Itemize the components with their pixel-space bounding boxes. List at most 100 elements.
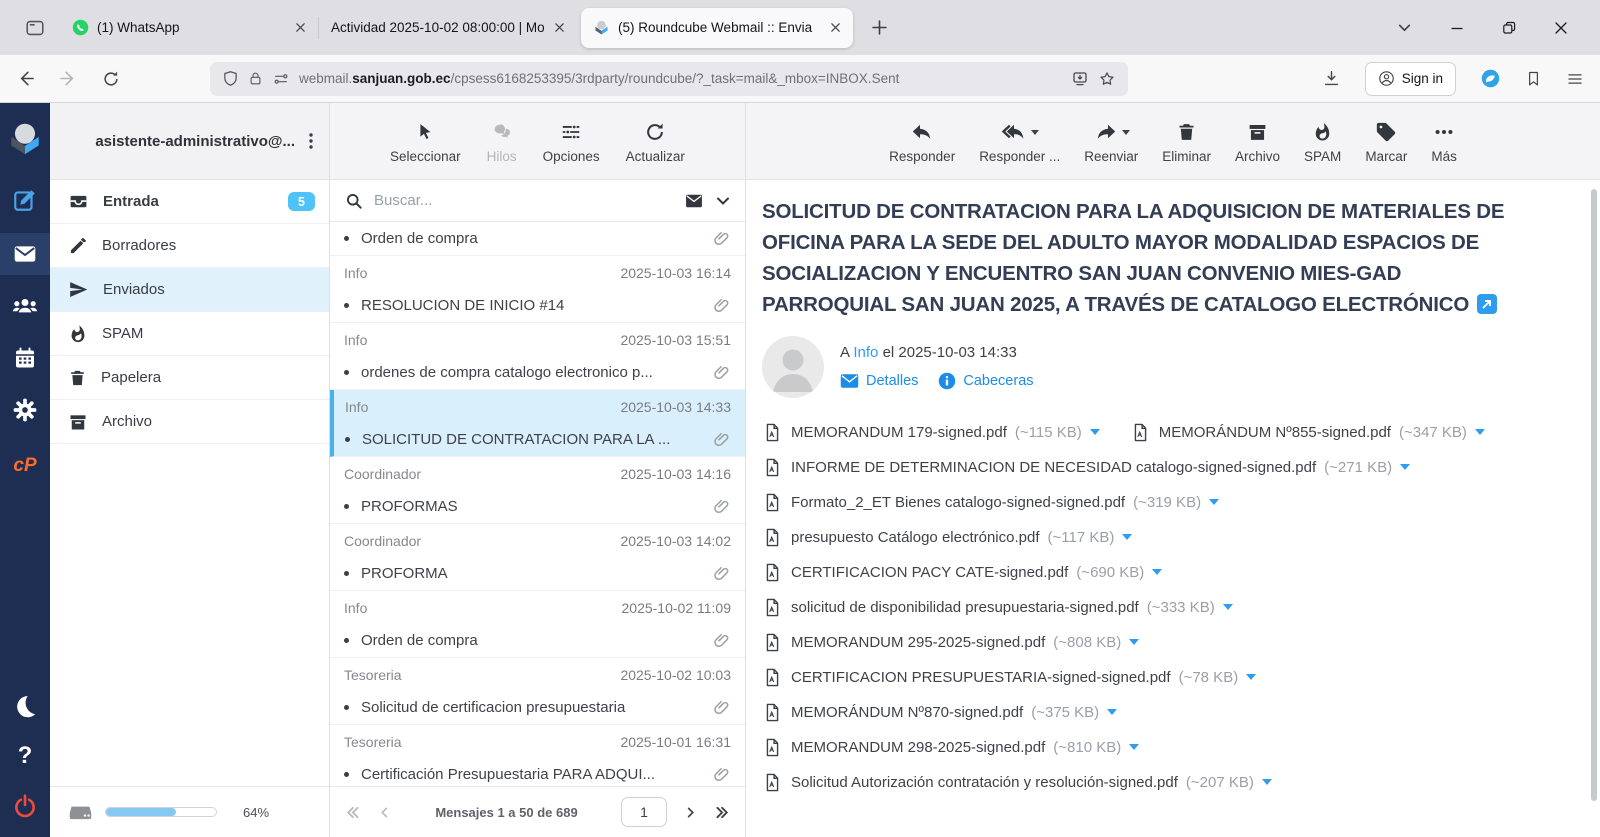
help-button[interactable]: ? <box>0 735 50 777</box>
extension-icon[interactable] <box>1480 68 1501 89</box>
tab-close-icon[interactable] <box>830 22 841 33</box>
page-input[interactable] <box>621 797 667 827</box>
tab-roundcube-active[interactable]: (5) Roundcube Webmail :: Envia <box>581 8 853 48</box>
forward-button[interactable]: Reenviar <box>1084 119 1138 164</box>
attachment-menu-caret[interactable] <box>1107 709 1117 720</box>
external-link-icon[interactable] <box>1477 292 1497 312</box>
menu-icon[interactable] <box>1566 70 1584 88</box>
rail-settings-button[interactable] <box>0 389 50 431</box>
rail-mail-button[interactable] <box>0 233 50 275</box>
attachment-menu-caret[interactable] <box>1475 429 1485 440</box>
message-list-item[interactable]: Info2025-10-02 11:09 Orden de compra <box>330 591 745 658</box>
attachment[interactable]: MEMORANDUM 295-2025-signed.pdf(~808 KB) <box>762 632 1139 653</box>
attachment[interactable]: presupuesto Catálogo electrónico.pdf(~11… <box>762 527 1132 548</box>
message-list-item[interactable]: Orden de compra <box>330 222 745 256</box>
details-link[interactable]: Detalles <box>840 373 918 389</box>
search-options-chevron-icon[interactable] <box>715 193 731 209</box>
message-list-item[interactable]: Coordinador2025-10-03 14:16 PROFORMAS <box>330 457 745 524</box>
logout-button[interactable] <box>0 785 50 827</box>
reading-pane-scrollbar[interactable] <box>1591 189 1597 801</box>
prev-page-icon[interactable] <box>377 805 392 820</box>
attachment[interactable]: solicitud de disponibilidad presupuestar… <box>762 597 1233 618</box>
list-all-tabs-icon[interactable] <box>1397 20 1412 35</box>
attachment-menu-caret[interactable] <box>1400 464 1410 475</box>
reload-icon[interactable] <box>102 70 120 88</box>
account-menu-icon[interactable] <box>303 132 319 150</box>
attachment-menu-caret[interactable] <box>1246 674 1256 685</box>
attachment-menu-caret[interactable] <box>1152 569 1162 580</box>
mark-button[interactable]: Marcar <box>1365 119 1407 164</box>
recipient-link[interactable]: Info <box>853 344 878 361</box>
tab-actividad[interactable]: Actividad 2025-10-02 08:00:00 | Mo <box>319 8 577 48</box>
message-list-item[interactable]: Tesoreria2025-10-02 10:03 Solicitud de c… <box>330 658 745 725</box>
search-scope-mail-icon[interactable] <box>683 191 705 211</box>
reply-button[interactable]: Responder <box>889 119 955 164</box>
bookmark-flag-icon[interactable] <box>1525 69 1542 88</box>
permissions-icon[interactable] <box>272 71 290 87</box>
close-window-icon[interactable] <box>1554 21 1568 35</box>
options-button[interactable]: Opciones <box>543 119 600 164</box>
more-button[interactable]: Más <box>1431 119 1457 164</box>
attachment[interactable]: MEMORANDUM 298-2025-signed.pdf(~810 KB) <box>762 737 1139 758</box>
archive-button[interactable]: Archivo <box>1235 119 1280 164</box>
delete-button[interactable]: Eliminar <box>1162 119 1211 164</box>
folder-spam[interactable]: SPAM <box>50 312 329 356</box>
spam-button[interactable]: SPAM <box>1304 119 1341 164</box>
folder-sent[interactable]: Enviados <box>50 268 329 312</box>
attachment-menu-caret[interactable] <box>1129 639 1139 650</box>
url-bar[interactable]: webmail.sanjuan.gob.ec/cpsess6168253395/… <box>210 62 1128 96</box>
bookmark-star-icon[interactable] <box>1098 70 1116 88</box>
reply-all-menu-caret[interactable] <box>1031 130 1039 139</box>
attachment[interactable]: Formato_2_ET Bienes catalogo-signed-sign… <box>762 492 1219 513</box>
message-list-item[interactable]: Tesoreria2025-10-01 16:31 Certificación … <box>330 725 745 786</box>
rail-calendar-button[interactable] <box>0 337 50 379</box>
tab-whatsapp[interactable]: (1) WhatsApp <box>60 8 318 48</box>
message-list-item-selected[interactable]: Info2025-10-03 14:33 SOLICITUD DE CONTRA… <box>330 390 745 457</box>
compose-button[interactable] <box>0 179 50 221</box>
minimize-icon[interactable] <box>1450 21 1464 35</box>
attachment[interactable]: Solicitud Autorización contratación y re… <box>762 772 1272 793</box>
tab-close-icon[interactable] <box>554 22 565 33</box>
message-list-item[interactable]: Info2025-10-03 16:14 RESOLUCION DE INICI… <box>330 256 745 323</box>
attachment[interactable]: CERTIFICACION PRESUPUESTARIA-signed-sign… <box>762 667 1256 688</box>
rail-contacts-button[interactable] <box>0 285 50 327</box>
last-page-icon[interactable] <box>714 804 731 821</box>
search-input[interactable] <box>374 192 673 209</box>
threads-button[interactable]: Hilos <box>487 119 517 164</box>
attachment[interactable]: CERTIFICACION PACY CATE-signed.pdf(~690 … <box>762 562 1162 583</box>
back-icon[interactable] <box>16 69 35 88</box>
webmail-logo[interactable] <box>0 113 50 165</box>
attachment[interactable]: MEMORÁNDUM Nº870-signed.pdf(~375 KB) <box>762 702 1117 723</box>
downloads-icon[interactable] <box>1322 69 1341 88</box>
save-page-icon[interactable] <box>1071 70 1089 88</box>
attachment[interactable]: MEMORANDUM 179-signed.pdf(~115 KB) <box>762 422 1100 443</box>
select-button[interactable]: Seleccionar <box>390 119 461 164</box>
firefox-view-icon[interactable] <box>18 11 52 45</box>
next-page-icon[interactable] <box>683 805 698 820</box>
dark-mode-button[interactable] <box>0 685 50 727</box>
attachment[interactable]: INFORME DE DETERMINACION DE NECESIDAD ca… <box>762 457 1410 478</box>
folder-inbox[interactable]: Entrada 5 <box>50 180 329 224</box>
attachment-menu-caret[interactable] <box>1122 534 1132 545</box>
url-text[interactable]: webmail.sanjuan.gob.ec/cpsess6168253395/… <box>299 71 1062 86</box>
attachment-menu-caret[interactable] <box>1209 499 1219 510</box>
first-page-icon[interactable] <box>344 804 361 821</box>
signin-button[interactable]: Sign in <box>1365 62 1456 96</box>
headers-link[interactable]: Cabeceras <box>938 372 1033 390</box>
message-list-item[interactable]: Coordinador2025-10-03 14:02 PROFORMA <box>330 524 745 591</box>
new-tab-button[interactable] <box>863 12 895 44</box>
restore-icon[interactable] <box>1502 21 1516 35</box>
forward-menu-caret[interactable] <box>1122 130 1130 139</box>
folder-drafts[interactable]: Borradores <box>50 224 329 268</box>
forward-icon[interactable] <box>59 69 78 88</box>
attachment-menu-caret[interactable] <box>1262 779 1272 790</box>
refresh-button[interactable]: Actualizar <box>626 119 685 164</box>
attachment-menu-caret[interactable] <box>1129 744 1139 755</box>
shield-icon[interactable] <box>222 70 239 87</box>
folder-archive[interactable]: Archivo <box>50 400 329 444</box>
tab-close-icon[interactable] <box>295 22 306 33</box>
lock-icon[interactable] <box>248 70 263 87</box>
attachment-menu-caret[interactable] <box>1090 429 1100 440</box>
folder-trash[interactable]: Papelera <box>50 356 329 400</box>
reply-all-button[interactable]: Responder ... <box>979 119 1060 164</box>
